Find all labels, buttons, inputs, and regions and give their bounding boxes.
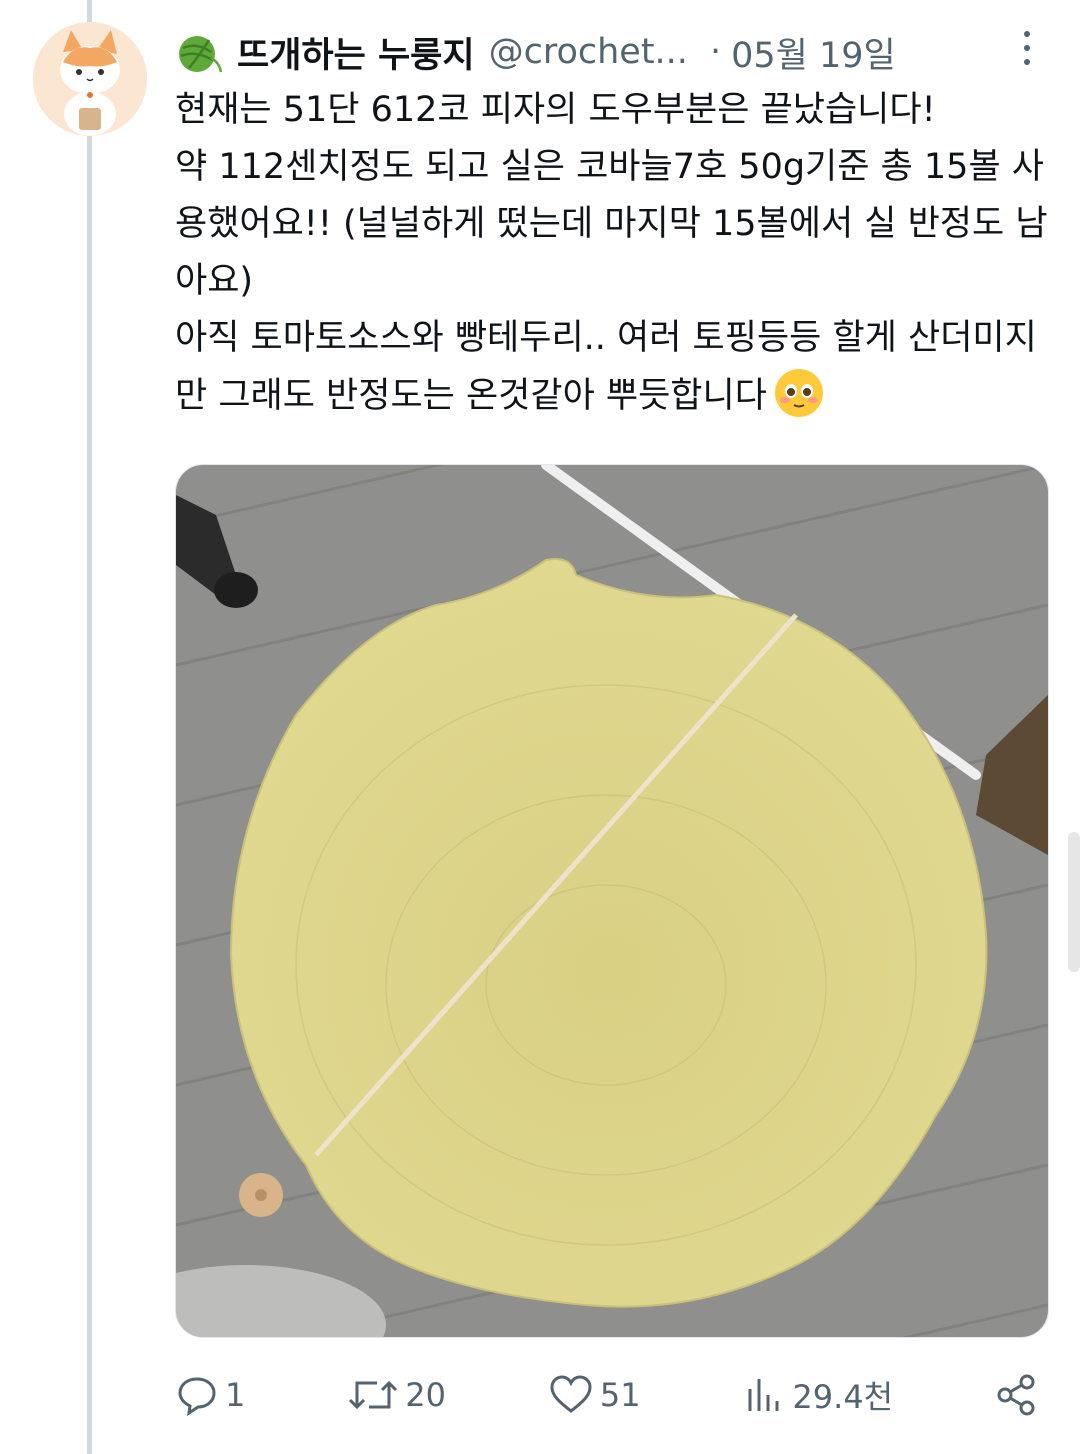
separator-dot: ·	[709, 32, 722, 72]
share-icon	[997, 1374, 1035, 1416]
views-count: 29.4천	[792, 1378, 894, 1416]
display-name[interactable]: 뜨개하는 누룽지	[237, 27, 475, 78]
thread-line	[87, 0, 92, 1454]
tweet-text: 현재는 51단 612코 피자의 도우부분은 끝났습니다! 약 112센치정도 …	[175, 82, 1055, 425]
retweet-button[interactable]: 20	[347, 1373, 446, 1417]
more-icon[interactable]	[1022, 28, 1032, 68]
crochet-blanket-photo	[176, 465, 1048, 1337]
share-button[interactable]	[995, 1373, 1045, 1417]
retweet-icon	[349, 1380, 398, 1410]
cat-avatar-icon	[33, 22, 147, 136]
tweet-paragraph-2: 약 112센치정도 되고 실은 코바늘7호 50g기준 총 15볼 사용했어요!…	[175, 147, 1048, 301]
views-icon	[748, 1379, 779, 1411]
like-icon	[550, 1375, 592, 1413]
like-button[interactable]: 51	[548, 1373, 641, 1417]
tweet-paragraph-1: 현재는 51단 612코 피자의 도우부분은 끝났습니다!	[175, 90, 936, 130]
reply-button[interactable]: 1	[175, 1373, 245, 1417]
reply-icon	[178, 1377, 216, 1417]
user-handle[interactable]: @crochet...	[489, 32, 688, 72]
retweet-count: 20	[405, 1376, 446, 1414]
scrollbar[interactable]	[1068, 832, 1080, 972]
avatar[interactable]	[33, 22, 147, 136]
tweet-photo[interactable]	[175, 464, 1049, 1338]
reply-count: 1	[225, 1376, 246, 1414]
tweet-header: 뜨개하는 누룽지 @crochet... · 05월 19일	[175, 22, 1060, 82]
tweet-paragraph-3-text: 아직 토마토소스와 빵테두리.. 여러 토핑등등 할게 산더미지만 그래도 반정…	[175, 318, 1037, 416]
smiling-face-with-tear-eyes-icon	[774, 369, 823, 417]
tweet-date[interactable]: 05월 19일	[731, 27, 896, 78]
views-button[interactable]: 29.4천	[742, 1372, 893, 1418]
yarn-ball-icon	[179, 36, 223, 73]
tweet-actions: 1 20 51 29.4천	[175, 1360, 1045, 1430]
tweet-paragraph-3: 아직 토마토소스와 빵테두리.. 여러 토핑등등 할게 산더미지만 그래도 반정…	[175, 310, 1055, 425]
like-count: 51	[599, 1376, 641, 1414]
